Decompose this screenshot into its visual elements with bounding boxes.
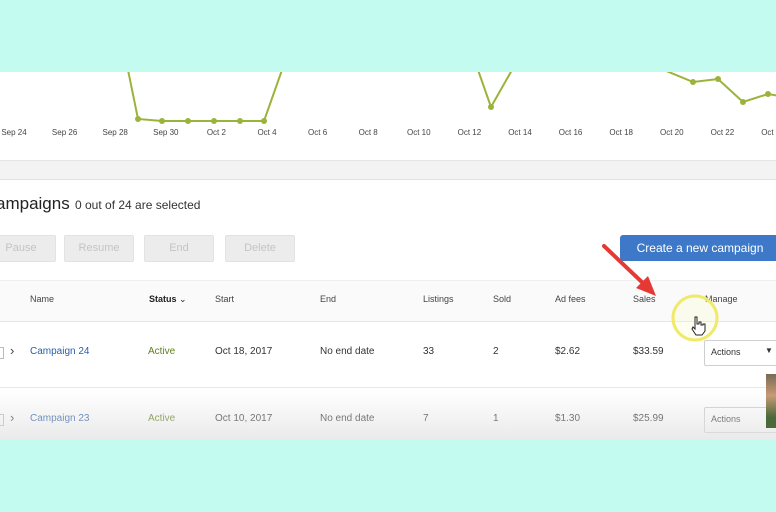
- end-date: No end date: [320, 346, 375, 357]
- sold-count: 2: [493, 346, 499, 357]
- hand-cursor-icon: [691, 316, 706, 336]
- actions-dropdown-label: Actions: [711, 414, 741, 424]
- series-point: [765, 91, 771, 97]
- campaigns-heading: ampaigns: [0, 194, 70, 213]
- x-tick-label: Oct 6: [308, 128, 328, 137]
- chevron-down-icon: ⌄: [179, 294, 187, 304]
- series-line: [127, 72, 283, 122]
- column-header-status[interactable]: Status ⌄: [149, 294, 187, 305]
- series-point: [261, 118, 267, 124]
- sales-value: $25.99: [633, 413, 664, 424]
- selection-count: 0 out of 24 are selected: [75, 198, 201, 212]
- start-date: Oct 10, 2017: [215, 413, 273, 424]
- x-tick-label: Sep 28: [103, 128, 129, 137]
- x-tick-label: Oct 20: [660, 128, 684, 137]
- series-point: [690, 79, 696, 85]
- series-point: [211, 118, 217, 124]
- x-tick-label: Sep 24: [1, 128, 27, 137]
- listings-count: 33: [423, 346, 435, 357]
- series-line: [477, 72, 513, 110]
- sales-value: $33.59: [633, 346, 664, 357]
- series-point: [237, 118, 243, 124]
- series-point: [715, 76, 721, 82]
- column-header-name[interactable]: Name: [30, 294, 54, 304]
- end-button[interactable]: End: [144, 235, 214, 262]
- ad-fees-value: $2.62: [555, 346, 581, 357]
- column-header-start[interactable]: Start: [215, 294, 234, 304]
- row-checkbox[interactable]: [0, 414, 4, 426]
- series-line: [666, 72, 776, 104]
- status-value: Active: [148, 413, 176, 424]
- x-tick-label: Oct 12: [458, 128, 482, 137]
- end-date: No end date: [320, 413, 375, 424]
- resume-button[interactable]: Resume: [64, 235, 134, 262]
- x-tick-label: Oct 16: [559, 128, 583, 137]
- start-date: Oct 18, 2017: [215, 346, 273, 357]
- column-header-ad-fees[interactable]: Ad fees: [555, 294, 586, 304]
- row-checkbox[interactable]: [0, 347, 4, 359]
- expand-chevron-icon[interactable]: ›: [10, 410, 14, 425]
- column-header-end[interactable]: End: [320, 294, 336, 304]
- campaign-name-link[interactable]: Campaign 24: [30, 346, 89, 357]
- caret-down-icon: ▼: [765, 346, 773, 355]
- table-row: › Campaign 23 Active Oct 10, 2017 No end…: [0, 388, 776, 440]
- x-tick-label: Oct 24: [761, 128, 776, 137]
- x-tick-label: Sep 30: [153, 128, 179, 137]
- x-tick-label: Oct 2: [207, 128, 227, 137]
- x-tick-label: Oct 10: [407, 128, 431, 137]
- status-value: Active: [148, 346, 176, 357]
- column-header-listings[interactable]: Listings: [423, 294, 454, 304]
- column-header-sold[interactable]: Sold: [493, 294, 511, 304]
- series-point: [159, 118, 165, 124]
- series-point: [740, 99, 746, 105]
- series-point: [135, 116, 141, 122]
- pause-button[interactable]: Pause: [0, 235, 56, 262]
- campaign-name-link[interactable]: Campaign 23: [30, 413, 89, 424]
- performance-chart: Sep 24 Sep 26 Sep 28 Sep 30 Oct 2 Oct 4 Oct 6 O…: [0, 72, 776, 161]
- webcam-overlay: [766, 374, 776, 428]
- listings-count: 7: [423, 413, 429, 424]
- x-tick-label: Oct 4: [257, 128, 277, 137]
- x-tick-label: Oct 22: [711, 128, 735, 137]
- chart-plot: Sep 24 Sep 26 Sep 28 Sep 30 Oct 2 Oct 4 Oct 6 O…: [1, 72, 776, 137]
- series-point: [185, 118, 191, 124]
- x-tick-label: Oct 8: [359, 128, 379, 137]
- x-tick-label: Oct 14: [508, 128, 532, 137]
- column-header-status-label: Status: [149, 294, 177, 304]
- actions-dropdown-label: Actions: [711, 347, 741, 357]
- x-tick-label: Sep 26: [52, 128, 78, 137]
- app-screen: Sep 24 Sep 26 Sep 28 Sep 30 Oct 2 Oct 4 Oct 6 O…: [0, 72, 776, 440]
- ad-fees-value: $1.30: [555, 413, 581, 424]
- expand-chevron-icon[interactable]: ›: [10, 343, 14, 358]
- sold-count: 1: [493, 413, 499, 424]
- series-point: [488, 104, 494, 110]
- actions-dropdown[interactable]: Actions ▼: [704, 340, 776, 366]
- annotation-arrow-icon: [602, 244, 656, 296]
- delete-button[interactable]: Delete: [225, 235, 295, 262]
- table-row: › Campaign 24 Active Oct 18, 2017 No end…: [0, 321, 776, 388]
- section-divider: [0, 161, 776, 180]
- x-tick-label: Oct 18: [609, 128, 633, 137]
